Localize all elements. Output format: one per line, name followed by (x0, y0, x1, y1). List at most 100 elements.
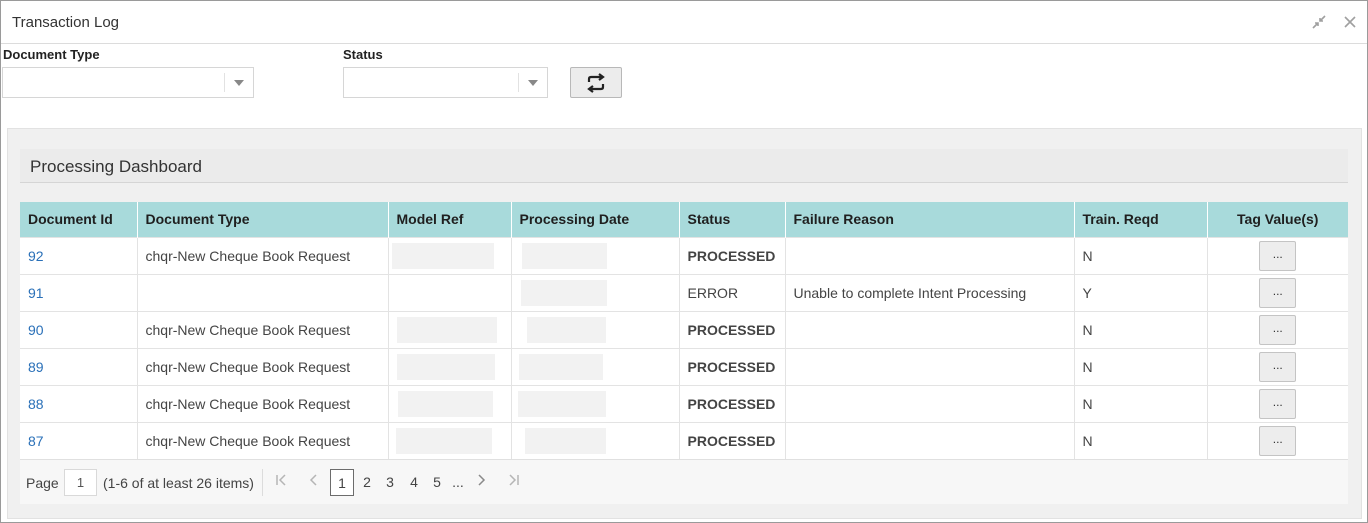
dashboard-header: Processing Dashboard (20, 149, 1348, 183)
tag-value-cell: ... (1207, 310, 1348, 348)
page-ellipsis-button[interactable]: ... (446, 469, 470, 496)
minimize-icon[interactable] (1310, 13, 1328, 31)
failure-reason-cell (785, 310, 1075, 348)
redacted-block (396, 316, 497, 343)
document-id-link[interactable]: 90 (20, 310, 138, 348)
processing-date-cell (511, 273, 680, 311)
column-header[interactable]: Train. Reqd (1074, 202, 1208, 237)
status-label: Status (343, 47, 383, 62)
tag-value-button[interactable]: ... (1259, 388, 1297, 419)
tag-value-cell: ... (1207, 421, 1348, 459)
table-header-row: Document Id Document Type Model Ref Proc… (20, 202, 1348, 237)
page-label: Page (26, 475, 59, 491)
table-row: 92 chqr-New Cheque Book Request PROCESSE… (20, 236, 1348, 274)
failure-reason-cell (785, 236, 1075, 274)
refresh-icon (587, 72, 605, 93)
tag-value-cell: ... (1207, 347, 1348, 385)
column-header[interactable]: Processing Date (511, 202, 680, 237)
title-bar: Transaction Log (1, 1, 1367, 44)
redacted-block (391, 242, 494, 269)
chevron-down-icon (528, 80, 538, 86)
status-cell: PROCESSED (679, 236, 786, 274)
document-id-link[interactable]: 91 (20, 273, 138, 311)
column-header[interactable]: Model Ref (388, 202, 512, 237)
document-type-cell: chqr-New Cheque Book Request (137, 347, 389, 385)
document-type-cell: chqr-New Cheque Book Request (137, 310, 389, 348)
tag-value-button[interactable]: ... (1259, 240, 1297, 271)
processing-date-cell (511, 236, 680, 274)
pagination-summary: (1-6 of at least 26 items) (103, 475, 254, 491)
processing-date-cell (511, 421, 680, 459)
prev-page-icon[interactable] (308, 473, 318, 491)
column-header[interactable]: Failure Reason (785, 202, 1075, 237)
redacted-block (395, 427, 492, 454)
status-cell: PROCESSED (679, 384, 786, 422)
status-cell: PROCESSED (679, 310, 786, 348)
train-reqd-cell: N (1074, 347, 1208, 385)
redacted-block (397, 390, 493, 417)
last-page-icon[interactable] (508, 473, 520, 491)
column-header[interactable]: Document Type (137, 202, 389, 237)
pagination-bar: Page 1 (1-6 of at least 26 items) 1 2 3 … (20, 459, 1348, 504)
redacted-block (521, 242, 607, 269)
train-reqd-cell: Y (1074, 273, 1208, 311)
document-id-link[interactable]: 89 (20, 347, 138, 385)
table-row: 90 chqr-New Cheque Book Request PROCESSE… (20, 310, 1348, 348)
page-button[interactable]: 4 (402, 469, 426, 496)
model-ref-cell (388, 384, 512, 422)
document-id-link[interactable]: 88 (20, 384, 138, 422)
column-header[interactable]: Status (679, 202, 786, 237)
select-divider (224, 73, 225, 92)
document-type-cell: chqr-New Cheque Book Request (137, 236, 389, 274)
model-ref-cell (388, 347, 512, 385)
failure-reason-cell (785, 384, 1075, 422)
model-ref-cell (388, 310, 512, 348)
next-page-icon[interactable] (477, 473, 487, 491)
status-select[interactable] (343, 67, 548, 98)
document-type-select[interactable] (2, 67, 254, 98)
tag-value-cell: ... (1207, 384, 1348, 422)
tag-value-button[interactable]: ... (1259, 425, 1297, 456)
table-row: 89 chqr-New Cheque Book Request PROCESSE… (20, 347, 1348, 385)
table-row: 91 ERROR Unable to complete Intent Proce… (20, 273, 1348, 311)
train-reqd-cell: N (1074, 310, 1208, 348)
window-title: Transaction Log (12, 14, 120, 31)
pager-divider (262, 469, 263, 496)
column-header[interactable]: Document Id (20, 202, 138, 237)
train-reqd-cell: N (1074, 236, 1208, 274)
page-button[interactable]: 2 (355, 469, 379, 496)
redacted-block (517, 390, 606, 417)
dashboard-title: Processing Dashboard (30, 157, 202, 176)
document-type-cell: chqr-New Cheque Book Request (137, 384, 389, 422)
document-id-link[interactable]: 87 (20, 421, 138, 459)
model-ref-cell (388, 236, 512, 274)
refresh-button[interactable] (570, 67, 622, 98)
status-cell: PROCESSED (679, 421, 786, 459)
tag-value-button[interactable]: ... (1259, 277, 1297, 308)
processing-date-cell (511, 347, 680, 385)
tag-value-cell: ... (1207, 273, 1348, 311)
tag-value-cell: ... (1207, 236, 1348, 274)
document-id-link[interactable]: 92 (20, 236, 138, 274)
redacted-block (526, 316, 606, 343)
tag-value-button[interactable]: ... (1259, 314, 1297, 345)
processing-date-cell (511, 310, 680, 348)
page-number-input[interactable]: 1 (64, 469, 97, 496)
close-icon[interactable] (1341, 13, 1359, 31)
document-type-cell (137, 273, 389, 311)
train-reqd-cell: N (1074, 421, 1208, 459)
tag-value-button[interactable]: ... (1259, 351, 1297, 382)
page-button[interactable]: 1 (330, 469, 354, 496)
processing-table: Document Id Document Type Model Ref Proc… (20, 202, 1348, 459)
train-reqd-cell: N (1074, 384, 1208, 422)
failure-reason-cell (785, 421, 1075, 459)
table-row: 88 chqr-New Cheque Book Request PROCESSE… (20, 384, 1348, 422)
failure-reason-cell: Unable to complete Intent Processing (785, 273, 1075, 311)
page-button[interactable]: 3 (378, 469, 402, 496)
chevron-down-icon (234, 80, 244, 86)
status-cell: ERROR (679, 273, 786, 311)
failure-reason-cell (785, 347, 1075, 385)
column-header[interactable]: Tag Value(s) (1207, 202, 1348, 237)
document-type-cell: chqr-New Cheque Book Request (137, 421, 389, 459)
first-page-icon[interactable] (275, 473, 287, 491)
